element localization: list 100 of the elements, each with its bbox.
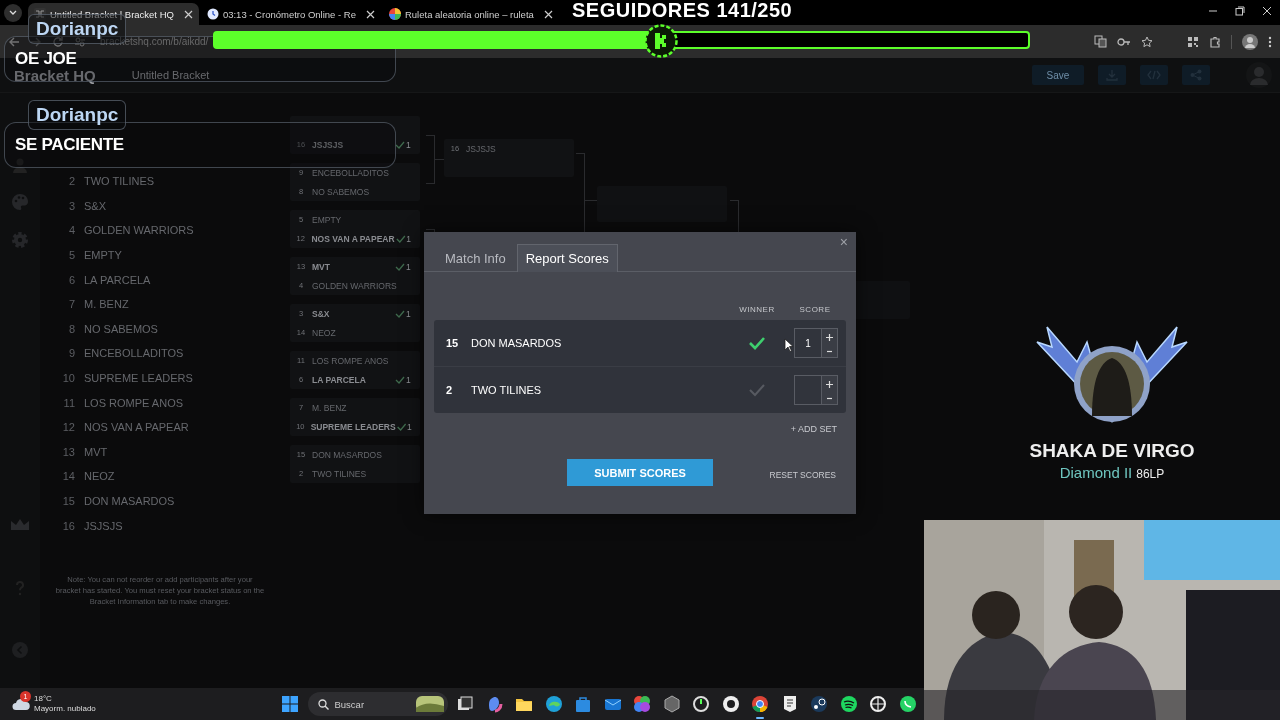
weather-condition: Mayorm. nublado [34,704,96,714]
score-value: 1 [406,261,412,272]
plus-icon[interactable] [826,333,833,341]
submit-scores-button[interactable]: SUBMIT SCORES [567,459,713,486]
participant-name: DON MASARDOS [84,495,175,507]
seed-number: 4 [67,224,76,237]
seed-number: 5 [67,249,76,262]
mouse-cursor-icon [784,338,793,352]
seed-number: 15 [61,495,76,507]
participant-name: JSJSJS [84,519,123,532]
username-tag: Dorianpc [28,100,127,130]
browser-tab[interactable]: Ruleta aleatoria online – ruleta [382,3,559,25]
minus-icon[interactable] [826,349,833,353]
team-name: NO SABEMOS [312,186,371,197]
score-field[interactable] [794,375,838,405]
cube-icon[interactable] [662,695,681,713]
edge-browser-icon[interactable] [544,695,563,713]
store-bag-icon[interactable] [574,695,592,713]
score-value: 1 [406,233,413,244]
clock-icon [206,8,219,20]
modal-tab[interactable]: Match Info [436,244,515,271]
team-name: TWO TILINES [471,384,543,396]
check-icon [394,262,406,271]
tab-list-button[interactable] [4,4,22,22]
puzzle-piece-icon[interactable] [1209,35,1221,48]
check-icon [394,234,407,243]
more-menu-icon[interactable] [1268,35,1272,48]
reset-scores-link[interactable]: RESET SCORES [769,469,836,480]
color-wheel-icon [388,8,401,20]
profile-avatar-icon[interactable] [1242,33,1258,50]
seed-number: 12 [61,421,76,434]
league-points-label: 86LP [1136,467,1165,481]
participant-name: M. BENZ [84,298,129,311]
team-name: GOLDEN WARRIORS [312,280,398,291]
rank-tier-label: Diamond II [1059,464,1133,481]
seed-number: 8 [67,322,76,335]
add-set-link[interactable]: + ADD SET [790,424,837,434]
seed-number: 14 [61,470,76,483]
chat-bubble-icon[interactable] [898,695,917,713]
modal-tab[interactable]: Report Scores [516,244,618,272]
translate-icon[interactable] [1094,35,1107,48]
close-icon[interactable] [1262,6,1272,16]
minus-icon[interactable] [826,396,833,400]
ring-icon[interactable] [721,695,740,713]
key-icon[interactable] [1117,36,1131,47]
participant-name: MVT [84,445,108,458]
seed-number: 9 [67,347,76,360]
winner-check-icon[interactable] [748,336,766,350]
participant-name: S&X [84,199,106,212]
score-field[interactable]: 1 [794,328,838,358]
participant-name: NO SABEMOS [84,322,158,335]
team-name: S&X [312,308,331,319]
browser-icon[interactable] [751,695,769,713]
plus-icon[interactable] [826,380,833,388]
participant-name: SUPREME LEADERS [84,372,193,385]
save-button[interactable]: Save [1032,65,1084,85]
knot-icon[interactable] [869,695,887,713]
team-name: DON MASARDOS [471,337,563,349]
chevron-down-icon[interactable] [9,10,17,16]
chat-message: SE PACIENTE [15,135,124,155]
task-view-icon[interactable] [456,695,474,713]
app-logo[interactable]: Bracket HQ [14,66,96,84]
chat-message: OE JOE [15,49,77,69]
team-name: JSJSJS [312,139,345,150]
winner-check-icon[interactable] [748,383,766,397]
participant-name: GOLDEN WARRIORS [84,224,194,237]
qr-code-icon[interactable] [1187,35,1199,48]
url-field[interactable]: bracketshq.com/b/aikdd/ [100,36,209,47]
close-icon[interactable] [183,9,193,19]
star-icon[interactable] [1141,35,1153,48]
browser-tab[interactable]: 03:13 - Cronómetro Online - Re [200,3,381,25]
close-icon[interactable] [543,9,553,19]
cloud-icon[interactable] [12,697,30,711]
participant-name: LOS ROMPE ANOS [84,396,184,409]
bracket-favicon-icon [34,8,46,20]
check-icon [394,375,406,384]
gear-disc-icon[interactable] [810,695,828,713]
windows-start-icon[interactable] [281,695,299,713]
participant-name: EMPTY [84,249,122,262]
team-name: DON MASARDOS [312,449,383,460]
restore-icon[interactable] [1235,6,1245,16]
close-icon[interactable] [365,9,375,19]
summoner-name: SHAKA DE VIRGO [1029,440,1195,462]
seed-number: 3 [67,199,76,212]
check-icon [395,422,407,431]
power-icon[interactable] [692,695,710,713]
team-name: M. BENZ [312,402,348,413]
search-field[interactable]: Buscar [307,692,448,716]
participant-name: LA PARCELA [84,273,151,286]
participant-name: ENCEBOLLADITOS [84,347,184,360]
landscape-thumbnail-icon [415,696,444,712]
seed-number: 7 [67,298,76,311]
team-name: TWO TILINES [312,468,368,479]
close-button[interactable]: × [839,234,848,250]
participant-name: TWO TILINES [84,175,155,188]
team-name: ENCEBOLLADITOS [312,167,390,178]
sound-waves-icon[interactable] [839,695,858,713]
petals-icon[interactable] [633,695,651,713]
back-arrow-icon[interactable] [8,35,20,48]
check-icon [394,309,406,318]
